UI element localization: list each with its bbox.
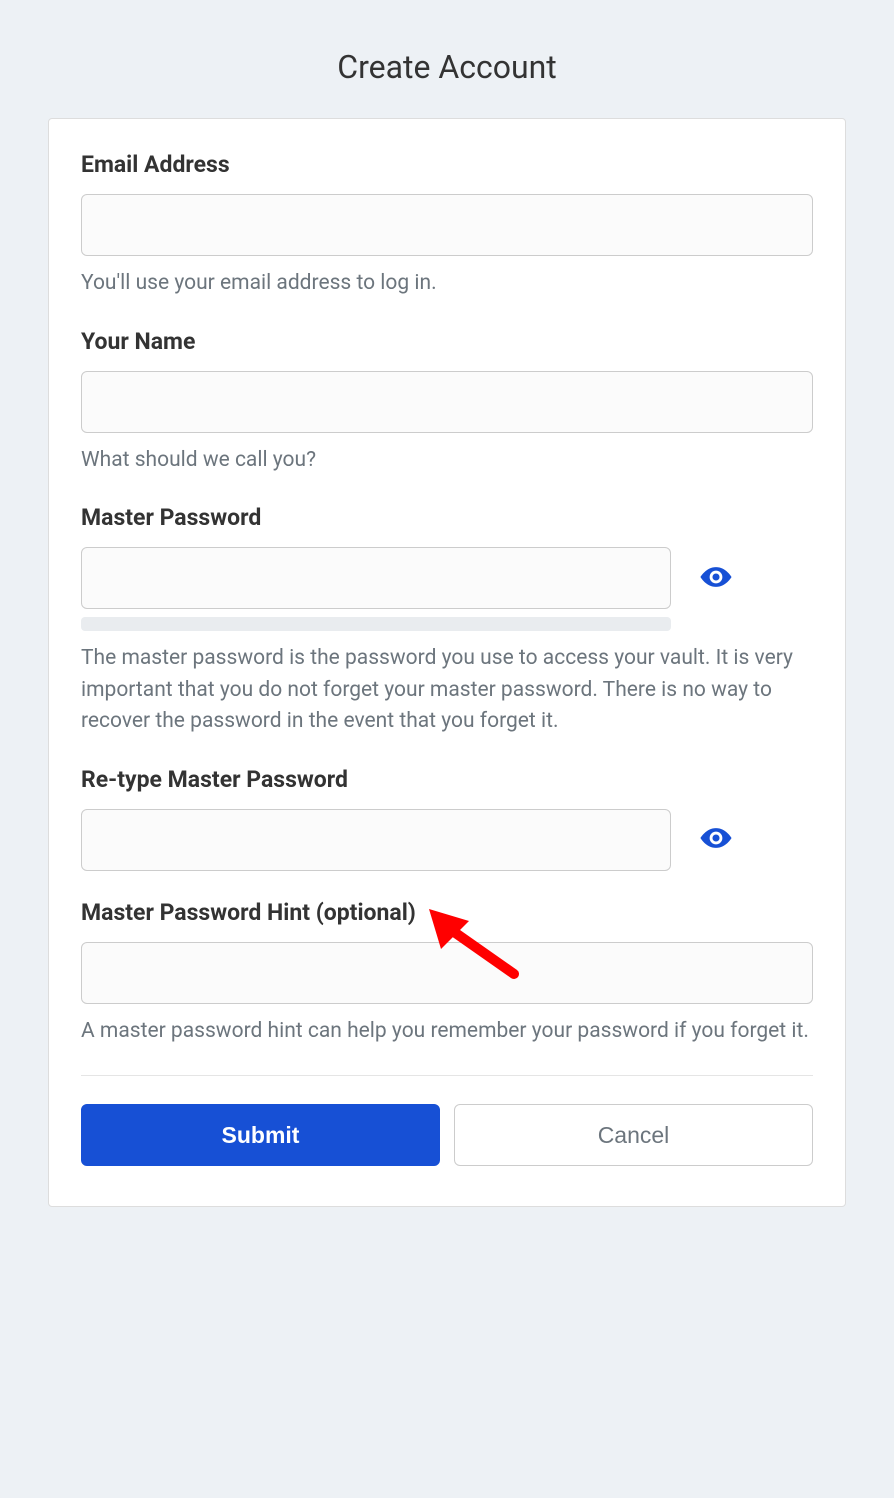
eye-icon — [699, 821, 733, 858]
name-input[interactable] — [81, 371, 813, 433]
retype-password-group: Re-type Master Password — [81, 766, 813, 871]
toggle-password-visibility-button[interactable] — [695, 556, 737, 601]
divider — [81, 1075, 813, 1076]
hint-label: Master Password Hint (optional) — [81, 899, 813, 926]
toggle-retype-password-visibility-button[interactable] — [695, 817, 737, 862]
master-password-group: Master Password The master password is t… — [81, 504, 813, 738]
password-strength-bar — [81, 617, 671, 631]
email-input[interactable] — [81, 194, 813, 256]
email-group: Email Address You'll use your email addr… — [81, 151, 813, 300]
master-password-label: Master Password — [81, 504, 813, 531]
email-label: Email Address — [81, 151, 813, 178]
name-group: Your Name What should we call you? — [81, 328, 813, 477]
form-card: Email Address You'll use your email addr… — [48, 118, 846, 1207]
name-help: What should we call you? — [81, 445, 813, 477]
name-label: Your Name — [81, 328, 813, 355]
retype-password-label: Re-type Master Password — [81, 766, 813, 793]
submit-button[interactable]: Submit — [81, 1104, 440, 1166]
master-password-help: The master password is the password you … — [81, 643, 813, 738]
retype-password-input[interactable] — [81, 809, 671, 871]
hint-help: A master password hint can help you reme… — [81, 1016, 813, 1048]
eye-icon — [699, 560, 733, 597]
hint-group: Master Password Hint (optional) A master… — [81, 899, 813, 1048]
hint-input[interactable] — [81, 942, 813, 1004]
page-title: Create Account — [0, 0, 894, 118]
email-help: You'll use your email address to log in. — [81, 268, 813, 300]
cancel-button[interactable]: Cancel — [454, 1104, 813, 1166]
master-password-input[interactable] — [81, 547, 671, 609]
button-row: Submit Cancel — [81, 1104, 813, 1166]
